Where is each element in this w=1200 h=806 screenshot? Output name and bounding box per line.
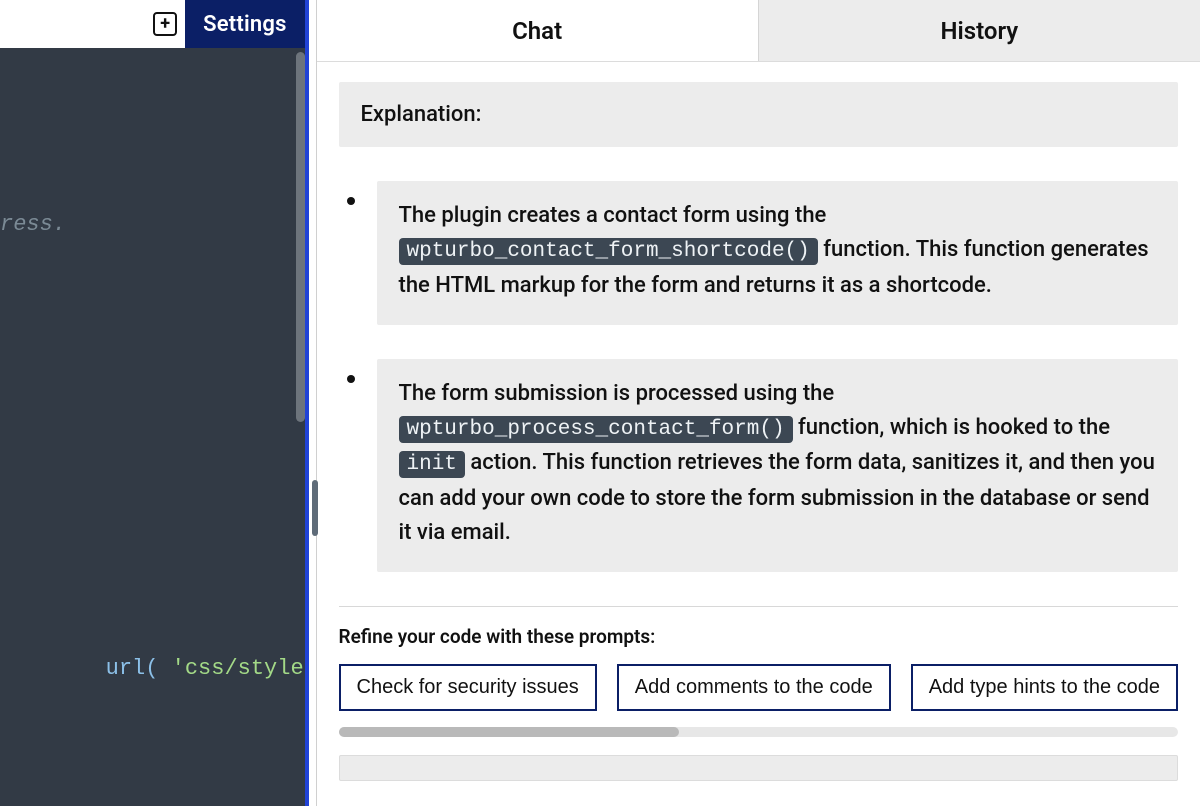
plus-icon: + (153, 12, 177, 36)
prompt-horizontal-scrollbar[interactable] (339, 727, 1179, 737)
prompt-add-comments[interactable]: Add comments to the code (617, 664, 891, 711)
code-inline: wpturbo_process_contact_form() (399, 416, 793, 443)
explanation-text: The form submission is processed using t… (377, 359, 1179, 572)
explanation-heading: Explanation: (339, 82, 1179, 147)
code-editor-panel: + Settings ress. url( 'css/style.css', _… (0, 0, 305, 806)
settings-button[interactable]: Settings (185, 0, 304, 48)
tab-history[interactable]: History (758, 0, 1200, 61)
editor-vertical-scrollbar[interactable] (296, 52, 305, 422)
text-segment: function, which is hooked to the (798, 415, 1110, 440)
code-comment: ress. (0, 212, 66, 237)
code-inline: init (399, 451, 465, 478)
chat-input[interactable] (339, 755, 1179, 781)
scrollbar-thumb[interactable] (339, 727, 679, 737)
app-root: + Settings ress. url( 'css/style.css', _… (0, 0, 1200, 806)
list-item: The plugin creates a contact form using … (339, 181, 1179, 325)
code-token: url( (106, 656, 172, 681)
prompt-security-check[interactable]: Check for security issues (339, 664, 597, 711)
new-file-button[interactable]: + (145, 0, 185, 48)
editor-toolbar: + Settings (0, 0, 305, 48)
tab-bar: Chat History (317, 0, 1200, 62)
chat-content: Explanation: The plugin creates a contac… (317, 62, 1200, 806)
splitter-handle[interactable] (312, 480, 318, 536)
refine-label: Refine your code with these prompts: (339, 625, 1179, 648)
bullet-icon (347, 197, 355, 205)
list-item: The form submission is processed using t… (339, 359, 1179, 572)
assistant-panel: Chat History Explanation: The plugin cre… (317, 0, 1200, 806)
pane-splitter[interactable] (305, 0, 317, 806)
code-string: 'css/style.css' (172, 656, 305, 681)
prompt-add-type-hints[interactable]: Add type hints to the code (911, 664, 1178, 711)
code-inline: wpturbo_contact_form_shortcode() (399, 238, 818, 265)
divider (339, 606, 1179, 607)
text-segment: The plugin creates a contact form using … (399, 203, 827, 228)
text-segment: action. This function retrieves the form… (399, 450, 1155, 545)
prompt-suggestions: Check for security issues Add comments t… (339, 664, 1179, 711)
explanation-list: The plugin creates a contact form using … (339, 181, 1179, 606)
code-area[interactable]: ress. url( 'css/style.css', __FILE_ s_ur… (0, 48, 305, 806)
toolbar-spacer (0, 0, 145, 48)
tab-chat[interactable]: Chat (317, 0, 758, 61)
explanation-text: The plugin creates a contact form using … (377, 181, 1179, 325)
text-segment: The form submission is processed using t… (399, 381, 835, 406)
bullet-icon (347, 375, 355, 383)
